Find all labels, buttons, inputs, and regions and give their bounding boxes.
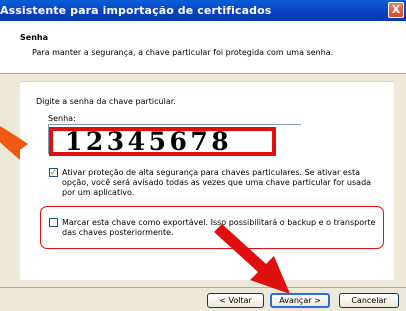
- check-icon: ✓: [50, 168, 57, 177]
- left-arrow-icon: [0, 126, 28, 160]
- close-button[interactable]: X: [388, 2, 404, 18]
- close-icon: X: [391, 3, 401, 16]
- title-bar: Assistente para importação de certificad…: [0, 0, 406, 21]
- page-description: Para manter a segurança, a chave particu…: [32, 48, 334, 57]
- strong-protection-checkbox[interactable]: ✓: [49, 168, 58, 177]
- window-title: Assistente para importação de certificad…: [0, 4, 272, 17]
- page-title: Senha: [20, 33, 48, 42]
- password-value: 12345678: [65, 127, 233, 156]
- cancel-button[interactable]: Cancelar: [339, 293, 399, 308]
- down-right-arrow-icon: [212, 224, 290, 294]
- exportable-checkbox[interactable]: [49, 218, 58, 227]
- password-label: Senha:: [48, 114, 76, 123]
- wizard-header: Senha Para manter a segurança, a chave p…: [0, 21, 406, 74]
- strong-protection-label: Ativar proteção de alta segurança para c…: [62, 168, 372, 197]
- password-prompt: Digite a senha da chave particular.: [36, 97, 176, 106]
